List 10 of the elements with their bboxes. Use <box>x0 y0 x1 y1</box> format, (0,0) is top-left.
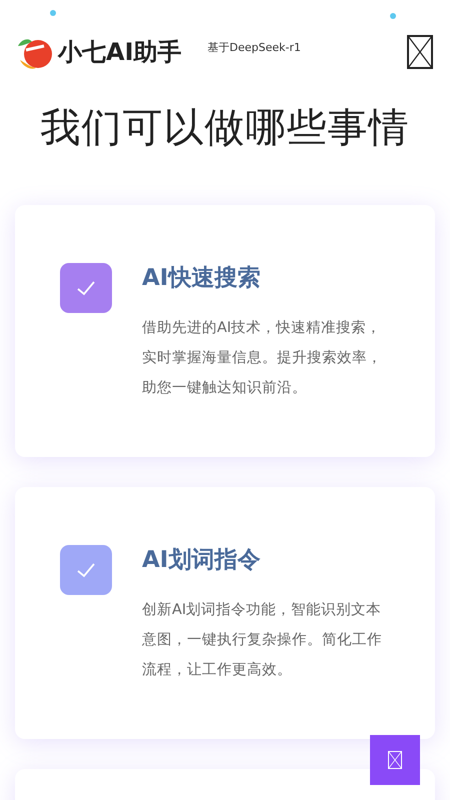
crossed-box-icon[interactable] <box>407 35 433 69</box>
crossed-box-icon <box>388 751 402 769</box>
feature-description: 创新AI划词指令功能，智能识别文本意图，一键执行复杂操作。简化工作流程，让工作更高效。 <box>142 600 383 680</box>
brand-name: 小七AI助手 <box>58 37 182 68</box>
floating-button[interactable] <box>370 735 420 785</box>
feature-description: 借助先进的AI技术，快速精准搜索，实时掌握海量信息。提升搜索效率，助您一键触达知识前沿。 <box>142 319 383 398</box>
feature-title: AI快速搜索 <box>142 264 262 293</box>
model-label: 基于DeepSeek-r1 <box>208 40 301 54</box>
section-heading: 我们可以做哪些事情 <box>40 104 410 153</box>
feature-title: AI划词指令 <box>142 546 262 575</box>
